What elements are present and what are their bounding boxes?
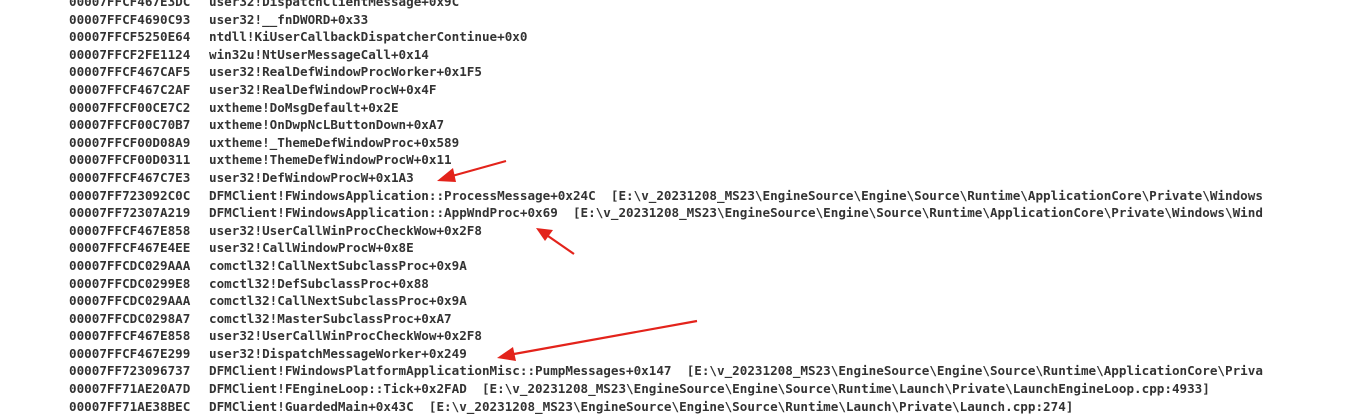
frame-symbol: user32!CallWindowProcW+0x8E <box>209 240 414 256</box>
frame-symbol: user32!DefWindowProcW+0x1A3 <box>209 169 414 185</box>
frame-symbol: user32!DispatchMessageWorker+0x249 <box>209 345 467 361</box>
frame-symbol: DFMClient!FWindowsPlatformApplicationMis… <box>209 363 672 379</box>
call-stack-frame: 00007FF723092C0C DFMClient!FWindowsApplic… <box>69 187 1354 205</box>
frame-symbol: user32!DispatchClientMessage+0x9C <box>209 0 460 9</box>
frame-symbol: uxtheme!DoMsgDefault+0x2E <box>209 99 399 115</box>
frame-symbol: DFMClient!FEngineLoop::Tick+0x2FAD <box>209 381 467 397</box>
call-stack-frame: 00007FFCF467C7E3 user32!DefWindowProcW+0x… <box>69 169 1354 187</box>
frame-symbol: user32!__fnDWORD+0x33 <box>209 11 369 27</box>
call-stack-frame: 00007FFCF467E858 user32!UserCallWinProcCh… <box>69 327 1354 345</box>
frame-address: 00007FFCF467C2AF <box>69 81 191 97</box>
frame-symbol: user32!UserCallWinProcCheckWow+0x2F8 <box>209 328 482 344</box>
frame-address: 00007FFCF00C70B7 <box>69 117 191 133</box>
frame-symbol: user32!RealDefWindowProcW+0x4F <box>209 81 437 97</box>
frame-symbol: comctl32!CallNextSubclassProc+0x9A <box>209 293 467 309</box>
call-stack-list: 00007FFCF467E3DC user32!DispatchClientMes… <box>69 0 1354 415</box>
call-stack-frame: 00007FFCF467E858 user32!UserCallWinProcCh… <box>69 222 1354 240</box>
frame-symbol: ntdll!KiUserCallbackDispatcherContinue+0… <box>209 29 528 45</box>
call-stack-frame: 00007FF72307A219 DFMClient!FWindowsApplic… <box>69 204 1354 222</box>
frame-symbol: uxtheme!ThemeDefWindowProcW+0x11 <box>209 152 452 168</box>
frame-address: 00007FF723092C0C <box>69 187 191 203</box>
call-stack-frame: 00007FFCF467E3DC user32!DispatchClientMes… <box>69 0 1354 11</box>
frame-symbol: uxtheme!_ThemeDefWindowProc+0x589 <box>209 134 460 150</box>
call-stack-frame: 00007FFCF00D0311 uxtheme!ThemeDefWindowPr… <box>69 151 1354 169</box>
frame-address: 00007FFCDC0298A7 <box>69 310 191 326</box>
call-stack-frame: 00007FFCDC0299E8 comctl32!DefSubclassProc… <box>69 275 1354 293</box>
frame-address: 00007FFCF00D08A9 <box>69 134 191 150</box>
call-stack-frame: 00007FFCDC029AAA comctl32!CallNextSubclas… <box>69 292 1354 310</box>
frame-address: 00007FFCF467E299 <box>69 345 191 361</box>
frame-source-path: [E:\v_20231208_MS23\EngineSource\Engine\… <box>686 363 1263 379</box>
frame-source-path: [E:\v_20231208_MS23\EngineSource\Engine\… <box>428 398 1074 414</box>
frame-address: 00007FFCF4690C93 <box>69 11 191 27</box>
frame-source-path: [E:\v_20231208_MS23\EngineSource\Engine\… <box>572 205 1263 221</box>
call-stack-frame: 00007FFCF5250E64 ntdll!KiUserCallbackDisp… <box>69 28 1354 46</box>
call-stack-frame: 00007FF71AE38BEC DFMClient!GuardedMain+0x… <box>69 398 1354 416</box>
call-stack-frame: 00007FF71AE20A7D DFMClient!FEngineLoop::T… <box>69 380 1354 398</box>
frame-symbol: DFMClient!FWindowsApplication::AppWndPro… <box>209 205 558 221</box>
frame-symbol: user32!UserCallWinProcCheckWow+0x2F8 <box>209 222 482 238</box>
frame-address: 00007FFCF00D0311 <box>69 152 191 168</box>
frame-address: 00007FFCF5250E64 <box>69 29 191 45</box>
frame-address: 00007FF71AE38BEC <box>69 398 191 414</box>
frame-symbol: comctl32!MasterSubclassProc+0xA7 <box>209 310 452 326</box>
frame-symbol: DFMClient!FWindowsApplication::ProcessMe… <box>209 187 596 203</box>
frame-address: 00007FFCDC029AAA <box>69 293 191 309</box>
frame-symbol: comctl32!DefSubclassProc+0x88 <box>209 275 429 291</box>
call-stack-frame: 00007FFCF467C2AF user32!RealDefWindowProc… <box>69 81 1354 99</box>
frame-symbol: user32!RealDefWindowProcWorker+0x1F5 <box>209 64 482 80</box>
frame-address: 00007FFCF00CE7C2 <box>69 99 191 115</box>
call-stack-frame: 00007FFCF2FE1124 win32u!NtUserMessageCall… <box>69 46 1354 64</box>
call-stack-frame: 00007FFCF4690C93 user32!__fnDWORD+0x33 <box>69 11 1354 29</box>
frame-address: 00007FFCDC029AAA <box>69 257 191 273</box>
call-stack-frame: 00007FFCF00C70B7 uxtheme!OnDwpNcLButtonDo… <box>69 116 1354 134</box>
frame-address: 00007FFCF467E858 <box>69 222 191 238</box>
frame-source-path: [E:\v_20231208_MS23\EngineSource\Engine\… <box>610 187 1263 203</box>
call-stack-frame: 00007FFCF467CAF5 user32!RealDefWindowProc… <box>69 63 1354 81</box>
call-stack-frame: 00007FF723096737 DFMClient!FWindowsPlatfo… <box>69 362 1354 380</box>
frame-symbol: DFMClient!GuardedMain+0x43C <box>209 398 414 414</box>
frame-address: 00007FFCF467E4EE <box>69 240 191 256</box>
call-stack-frame: 00007FFCF00D08A9 uxtheme!_ThemeDefWindowP… <box>69 134 1354 152</box>
call-stack-frame: 00007FFCDC0298A7 comctl32!MasterSubclassP… <box>69 310 1354 328</box>
frame-address: 00007FFCF467E3DC <box>69 0 191 9</box>
call-stack-frame: 00007FFCF467E4EE user32!CallWindowProcW+0… <box>69 239 1354 257</box>
frame-address: 00007FFCDC0299E8 <box>69 275 191 291</box>
frame-address: 00007FF72307A219 <box>69 205 191 221</box>
frame-address: 00007FFCF467E858 <box>69 328 191 344</box>
frame-address: 00007FF71AE20A7D <box>69 381 191 397</box>
call-stack-frame: 00007FFCF00CE7C2 uxtheme!DoMsgDefault+0x2… <box>69 99 1354 117</box>
frame-address: 00007FF723096737 <box>69 363 191 379</box>
frame-address: 00007FFCF467C7E3 <box>69 169 191 185</box>
frame-symbol: uxtheme!OnDwpNcLButtonDown+0xA7 <box>209 117 445 133</box>
frame-address: 00007FFCF2FE1124 <box>69 46 191 62</box>
frame-source-path: [E:\v_20231208_MS23\EngineSource\Engine\… <box>481 381 1210 397</box>
frame-symbol: comctl32!CallNextSubclassProc+0x9A <box>209 257 467 273</box>
frame-symbol: win32u!NtUserMessageCall+0x14 <box>209 46 429 62</box>
frame-address: 00007FFCF467CAF5 <box>69 64 191 80</box>
call-stack-frame: 00007FFCDC029AAA comctl32!CallNextSubclas… <box>69 257 1354 275</box>
call-stack-frame: 00007FFCF467E299 user32!DispatchMessageWo… <box>69 345 1354 363</box>
